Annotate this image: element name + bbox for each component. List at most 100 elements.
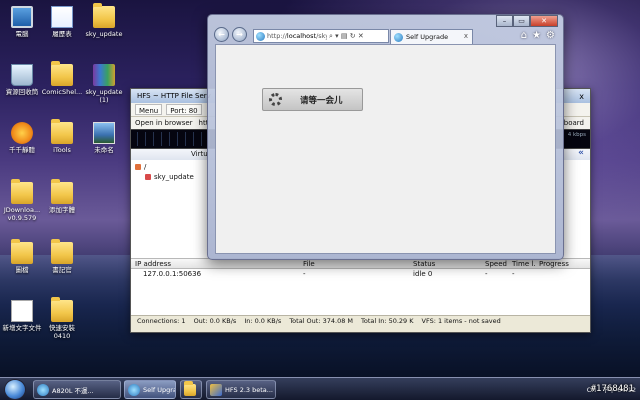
navigation-buttons: ← → (214, 27, 247, 42)
desktop-icon-label: 書記官 (52, 266, 72, 274)
taskbar-item-hfs[interactable]: HFS 2.3 beta... (206, 380, 276, 399)
url-scheme: http:// (267, 32, 287, 40)
browser-window: – ▭ ✕ ← → http://localhost/sky ⌕ ▾ ▤ ↻ ✕… (207, 14, 564, 260)
connections-list: 127.0.0.1:50636 - idle 0 - - (131, 269, 590, 315)
page-content: 请等一会儿 (215, 44, 556, 254)
desktop-icon-itools[interactable]: iTools (40, 119, 84, 154)
tab-close-button[interactable]: x (464, 32, 468, 40)
desktop-icon-label: 履歷表 (52, 30, 72, 38)
forward-button[interactable]: → (232, 27, 247, 42)
globe-icon (256, 31, 265, 41)
desktop-icon-add-fonts[interactable]: 添加字體 (40, 179, 84, 214)
folder-icon (145, 174, 151, 180)
desktop-icon-comicshelf[interactable]: ComicShel... (40, 61, 84, 96)
taskbar-item-label: HFS 2.3 beta... (225, 385, 273, 394)
folder-icon (11, 179, 33, 204)
column-ip[interactable]: IP address (131, 259, 299, 268)
desktop-icon-label: 未命名 (94, 146, 114, 154)
desktop-icon-label: sky_update (85, 30, 123, 38)
hfs-port-button[interactable]: Port: 80 (166, 104, 202, 115)
copy-to-clipboard-button[interactable]: board (564, 117, 584, 129)
cell-status: idle 0 (413, 270, 433, 278)
cell-speed: - (485, 270, 488, 278)
status-in-speed: In: 0.0 KB/s (244, 317, 282, 325)
desktop-icon-new-text[interactable]: 新增文字文件 (0, 300, 44, 332)
music-player-icon (11, 122, 33, 144)
desktop-icon-untitled[interactable]: 未命名 (82, 122, 126, 154)
tab-title: Self Upgrade (406, 33, 449, 41)
address-controls[interactable]: ⌕ ▾ ▤ ↻ ✕ (329, 32, 364, 41)
folder-icon (51, 297, 73, 322)
desktop-icon-recycle-bin[interactable]: 資源回收筒 (0, 64, 44, 96)
archive-icon (93, 64, 115, 86)
image-icon (93, 122, 115, 144)
home-icon[interactable]: ⌂ (521, 30, 527, 41)
column-file[interactable]: File (299, 259, 409, 268)
taskbar-item-a820l[interactable]: A820L 不運... (33, 380, 121, 399)
status-total-in: Total In: 50.29 K (361, 317, 414, 325)
tab-self-upgrade[interactable]: Self Upgrade x (390, 29, 473, 44)
desktop-icon-label: JDownloa... v0.9.579 (3, 206, 41, 222)
column-status[interactable]: Status (409, 259, 481, 268)
desktop-icon-sky-update[interactable]: sky_update (82, 3, 126, 38)
hfs-title: HFS ~ HTTP File Serv (137, 92, 211, 100)
column-time-left[interactable]: Time l... (508, 259, 535, 268)
address-url[interactable]: http://localhost/sky (267, 32, 327, 40)
close-button[interactable]: ✕ (530, 15, 558, 27)
globe-icon (394, 32, 403, 42)
spinner-icon (269, 93, 282, 106)
open-in-browser-button[interactable]: Open in browser (135, 117, 193, 129)
folder-icon (184, 381, 196, 396)
ie-icon (37, 383, 49, 396)
table-row[interactable]: 127.0.0.1:50636 - idle 0 - - (131, 269, 590, 279)
desktop-icon-sky-update-archive[interactable]: sky_update (1) (82, 64, 126, 104)
cell-time-left: - (512, 270, 515, 278)
desktop-icon-quick-install[interactable]: 快速安裝 0410 (40, 297, 84, 340)
start-button[interactable] (4, 379, 26, 400)
text-document-icon (11, 300, 33, 322)
status-vfs: VFS: 1 items - not saved (421, 317, 501, 325)
address-bar[interactable]: http://localhost/sky ⌕ ▾ ▤ ↻ ✕ (253, 29, 389, 43)
folder-icon (51, 61, 73, 86)
gear-icon[interactable]: ⚙ (546, 30, 555, 41)
vfs-header-label: Virtu (191, 150, 208, 158)
favorites-icon[interactable]: ★ (532, 30, 541, 41)
taskbar-item-label: A820L 不運... (52, 386, 94, 395)
desktop-icon-label: 添加字體 (49, 206, 75, 214)
taskbar-item-label: Self Upgrad... (143, 385, 175, 394)
taskbar: A820L 不運... Self Upgrad... HFS 2.3 beta.… (0, 377, 640, 400)
ie-icon (128, 383, 140, 396)
hfs-status-bar: Connections: 1 Out: 0.0 KB/s In: 0.0 KB/… (131, 315, 590, 326)
back-button[interactable]: ← (214, 27, 229, 42)
folder-icon (51, 119, 73, 144)
desktop-icon-label: sky_update (1) (85, 88, 123, 104)
hfs-menu-button[interactable]: Menu (135, 104, 163, 115)
loading-indicator: 请等一会儿 (262, 88, 363, 111)
computer-icon (11, 6, 33, 28)
maximize-button[interactable]: ▭ (513, 15, 530, 27)
cell-ip: 127.0.0.1:50636 (143, 270, 202, 278)
column-speed[interactable]: Speed (481, 259, 508, 268)
recycle-bin-icon (11, 64, 33, 86)
desktop-icon-label: ComicShel... (41, 88, 83, 96)
desktop-icon-ttplayer[interactable]: 千千靜聽 (0, 122, 44, 154)
vfs-collapse-button[interactable]: « (578, 148, 584, 159)
hfs-close-button[interactable]: x (579, 90, 584, 104)
minimize-button[interactable]: – (496, 15, 513, 27)
desktop-icon-jdownloader[interactable]: JDownloa... v0.9.579 (0, 179, 44, 222)
desktop-icon-computer[interactable]: 電腦 (0, 6, 44, 38)
graph-kbps-label: 4 kbps (567, 132, 586, 138)
url-path: /sky (316, 32, 327, 40)
desktop-icon-label: 新增文字文件 (2, 324, 42, 332)
desktop-icon-resume[interactable]: 履歷表 (40, 6, 84, 38)
folder-icon (11, 239, 33, 264)
folder-icon (51, 179, 73, 204)
taskbar-item-explorer[interactable] (180, 380, 202, 399)
status-connections: Connections: 1 (137, 317, 186, 325)
desktop-icon-clerk[interactable]: 書記官 (40, 239, 84, 274)
vfs-child-label: sky_update (154, 173, 194, 181)
column-progress[interactable]: Progress (535, 259, 590, 268)
taskbar-item-self-upgrade[interactable]: Self Upgrad... (124, 380, 176, 399)
desktop-icon-images[interactable]: 圖檔 (0, 239, 44, 274)
desktop-icon-label: 資源回收筒 (5, 88, 39, 96)
